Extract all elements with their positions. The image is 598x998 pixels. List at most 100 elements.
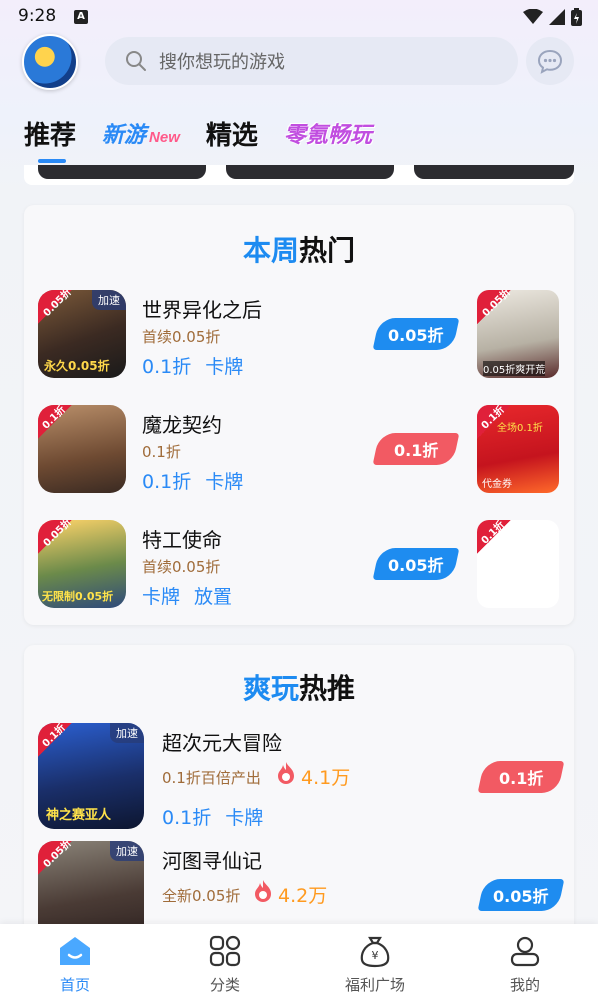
game-subtitle: 全新0.05折 [162, 887, 241, 905]
status-icons [523, 8, 582, 26]
section-title: 爽玩热推 [24, 667, 574, 707]
search-placeholder: 搜你想玩的游戏 [159, 52, 285, 73]
search-input[interactable]: 搜你想玩的游戏 [105, 37, 518, 85]
nav-category-label: 分类 [209, 976, 240, 994]
game-subtitle: 0.1折 [142, 443, 181, 461]
game-tag: 卡牌 [142, 586, 181, 608]
user-icon [508, 934, 542, 968]
discount-badge-label: 0.1折 [498, 769, 544, 788]
game-item[interactable]: 0.1折 加速 神之赛亚人 超次元大冒险 0.1折百倍产出 4.1万 0.1折卡… [24, 723, 574, 833]
wifi-icon [523, 9, 543, 24]
nav-welfare-label: 福利广场 [344, 976, 405, 994]
discount-badge-label: 0.05折 [388, 556, 444, 575]
section-title-highlight: 爽玩 [242, 672, 299, 705]
section-title-rest: 热门 [299, 234, 356, 267]
chat-bubble-icon [537, 49, 563, 74]
cool-hot-section: 爽玩热推 0.1折 加速 神之赛亚人 超次元大冒险 0.1折百倍产出 4.1万 … [24, 645, 574, 947]
tab-new-games-label: 新游 [102, 123, 147, 148]
discount-badge-label: 0.05折 [388, 326, 444, 345]
nav-welfare[interactable]: ¥ 福利广场 [300, 924, 450, 998]
game-name: 河图寻仙记 [162, 849, 262, 873]
tab-zero-krypton[interactable]: 零氪畅玩 [284, 117, 372, 149]
nav-mine-label: 我的 [509, 976, 540, 994]
game-tag: 0.1折 [142, 471, 192, 493]
nav-category[interactable]: 分类 [150, 924, 300, 998]
money-bag-icon: ¥ [358, 934, 392, 968]
tab-recommend[interactable]: 推荐 [24, 115, 77, 163]
signal-icon [549, 9, 565, 25]
battery-icon [571, 8, 582, 26]
speed-tag: 加速 [110, 723, 144, 743]
new-tag: New [149, 129, 180, 146]
game-tag: 卡牌 [225, 807, 264, 829]
side-game-image[interactable]: 0.05折 0.05折爽开荒 [477, 290, 559, 378]
game-tags: 卡牌 放置 [142, 582, 246, 609]
side-game-image[interactable]: 0.1折 [477, 520, 559, 608]
game-tags: 0.1折 卡牌 [162, 803, 277, 830]
section-title: 本周热门 [24, 229, 574, 269]
section-title-rest: 热推 [299, 672, 356, 705]
discount-badge: 0.05折 [372, 548, 460, 580]
side-image-caption: 0.05折爽开荒 [483, 361, 546, 376]
game-subtitle: 首续0.05折 [142, 558, 221, 576]
tab-active-indicator [38, 158, 66, 163]
search-icon [126, 51, 146, 71]
tab-new-games[interactable]: 新游 New [102, 117, 180, 149]
message-button[interactable] [526, 37, 574, 85]
discount-badge: 0.05折 [477, 879, 565, 911]
banner-item[interactable] [226, 165, 394, 179]
bottom-nav: 首页 分类 ¥ 福利广场 我的 [0, 924, 598, 998]
tab-recommend-label: 推荐 [24, 120, 77, 151]
game-name: 超次元大冒险 [162, 731, 282, 755]
icon-caption: 永久0.05折 [44, 359, 110, 373]
tab-zero-krypton-label: 零氪畅玩 [283, 123, 372, 148]
game-name: 魔龙契约 [142, 413, 222, 437]
game-tag: 卡牌 [205, 356, 244, 378]
game-subtitle: 首续0.05折 [142, 328, 221, 346]
weekly-hot-section: 本周热门 0.05折 加速 永久0.05折 世界异化之后 首续0.05折 0.1… [24, 205, 574, 625]
section-title-highlight: 本周 [242, 234, 299, 267]
speed-tag: 加速 [110, 841, 144, 861]
discount-badge: 0.1折 [372, 433, 460, 465]
game-tag: 0.1折 [162, 807, 212, 829]
game-icon: 0.05折 无限制0.05折 [38, 520, 126, 608]
side-image-subcaption: 代金券 [482, 479, 512, 490]
nav-home[interactable]: 首页 [0, 924, 150, 998]
discount-badge: 0.05折 [372, 318, 460, 350]
banner-item[interactable] [414, 165, 574, 179]
svg-text:¥: ¥ [372, 949, 379, 962]
speed-tag: 加速 [92, 290, 126, 310]
banner-item[interactable] [38, 165, 206, 179]
discount-badge: 0.1折 [477, 761, 565, 793]
game-tags: 0.1折 卡牌 [142, 467, 257, 494]
status-bar: 9:28 A [0, 0, 598, 34]
game-icon: 0.1折 [38, 405, 126, 493]
tab-featured[interactable]: 精选 [206, 115, 258, 152]
game-icon: 0.05折 加速 永久0.05折 [38, 290, 126, 378]
discount-badge-label: 0.05折 [493, 887, 549, 906]
game-tags: 0.1折 卡牌 [142, 352, 257, 379]
game-icon: 0.1折 加速 神之赛亚人 [38, 723, 144, 829]
tab-featured-label: 精选 [205, 120, 258, 151]
game-name: 特工使命 [142, 528, 222, 552]
fire-icon [255, 880, 271, 902]
status-time: 9:28 [18, 6, 57, 26]
side-image-caption: 全场0.1折 [497, 423, 543, 434]
user-avatar[interactable] [22, 34, 78, 90]
grid-icon [208, 934, 242, 968]
game-tag: 卡牌 [205, 471, 244, 493]
top-tabs: 推荐 新游 New 精选 零氪畅玩 [24, 108, 398, 163]
game-subtitle: 0.1折百倍产出 [162, 769, 261, 787]
discount-badge-label: 0.1折 [393, 441, 439, 460]
nav-mine[interactable]: 我的 [450, 924, 598, 998]
icon-caption: 无限制0.05折 [42, 590, 114, 603]
home-icon [58, 934, 92, 968]
nav-home-label: 首页 [59, 976, 90, 994]
banner-strip [24, 165, 574, 185]
popularity-count: 4.2万 [278, 885, 328, 907]
popularity-count: 4.1万 [301, 767, 351, 789]
fire-icon [278, 762, 294, 784]
side-game-image[interactable]: 0.1折 全场0.1折 代金券 [477, 405, 559, 493]
game-tag: 放置 [194, 586, 233, 608]
icon-caption: 神之赛亚人 [46, 808, 112, 823]
